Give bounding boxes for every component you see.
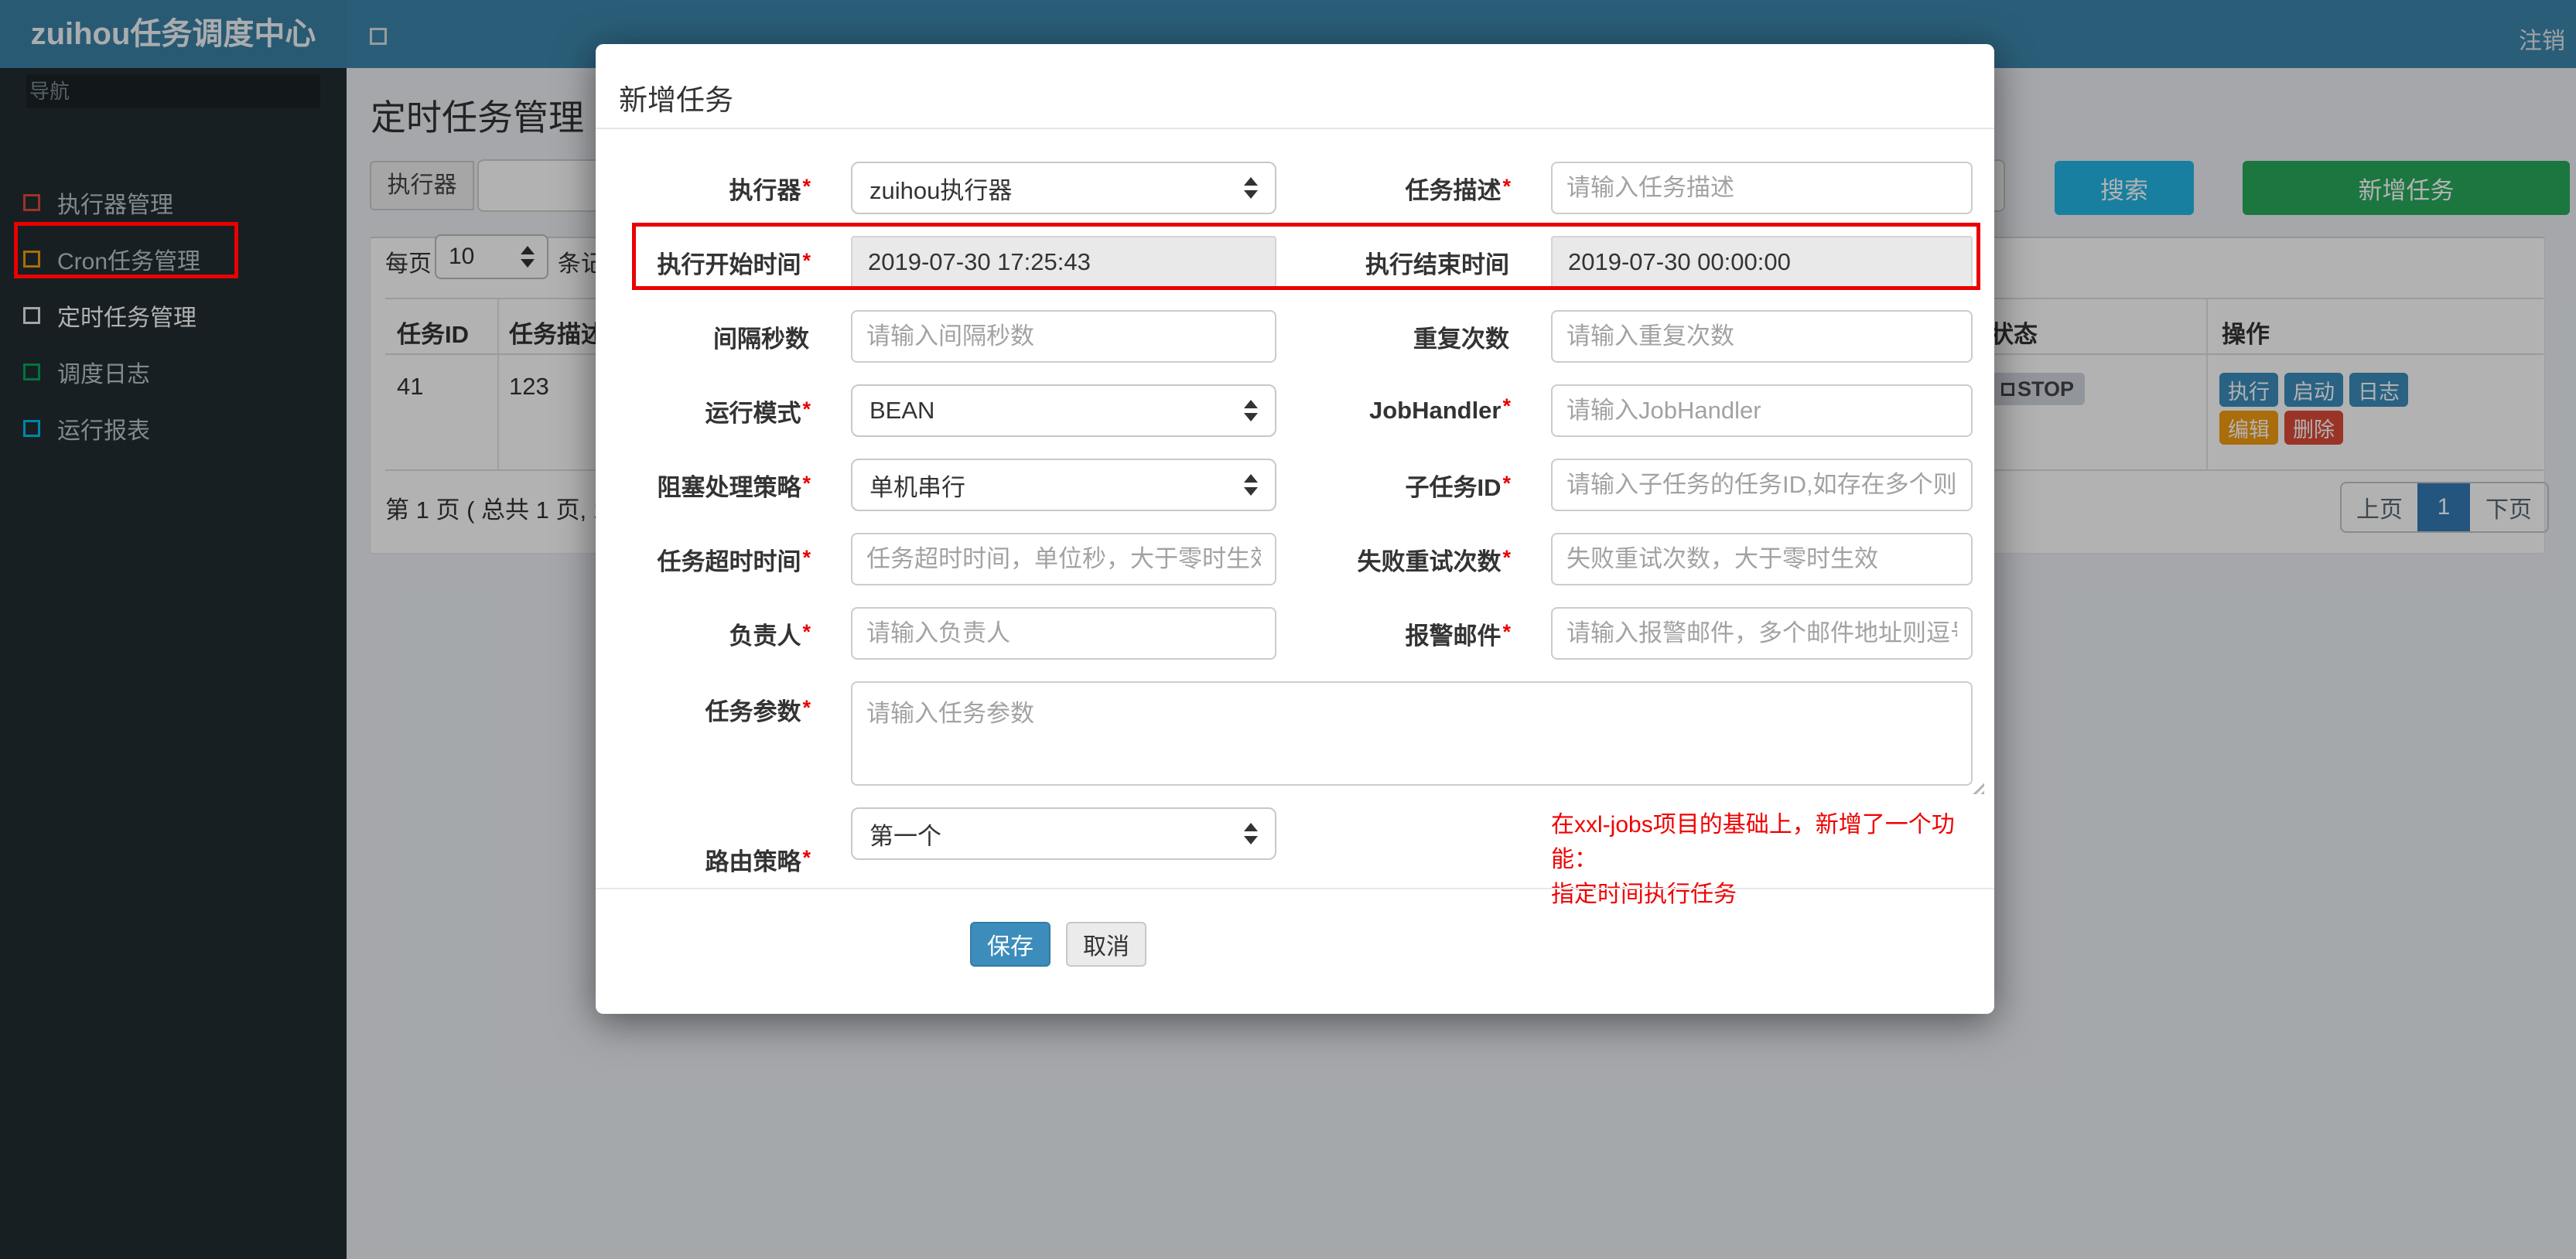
executor-select[interactable]: zuihou执行器 xyxy=(851,162,1276,214)
modal-buttons: 保存 取消 xyxy=(970,922,1146,967)
timeout-input[interactable] xyxy=(851,533,1276,585)
block-strategy-label: 阻塞处理策略* xyxy=(657,471,811,501)
block-strategy-select[interactable]: 单机串行 xyxy=(851,459,1276,511)
repeat-count-label: 重复次数 xyxy=(1413,325,1509,353)
select-arrows-icon xyxy=(1244,400,1258,421)
route-strategy-select[interactable]: 第一个 xyxy=(851,807,1276,860)
feature-annotation: 在xxl-jobs项目的基础上，新增了一个功能： 指定时间执行任务 xyxy=(1551,812,1955,907)
cancel-button[interactable]: 取消 xyxy=(1066,922,1146,967)
alarm-email-label: 报警邮件* xyxy=(1405,619,1511,650)
job-param-label: 任务参数* xyxy=(705,696,811,725)
highlight-box-date-row xyxy=(632,223,1980,290)
highlight-box-sidebar-item xyxy=(14,222,238,278)
job-desc-input[interactable] xyxy=(1551,162,1973,214)
interval-label: 间隔秒数 xyxy=(713,325,809,353)
select-arrows-icon xyxy=(1244,177,1258,199)
modal-header-divider xyxy=(596,128,1994,129)
fail-retry-input[interactable] xyxy=(1551,533,1973,585)
select-arrows-icon xyxy=(1244,823,1258,844)
owner-input[interactable] xyxy=(851,607,1276,660)
save-button[interactable]: 保存 xyxy=(970,922,1051,967)
modal-footer-divider xyxy=(596,888,1994,889)
job-handler-input[interactable] xyxy=(1551,384,1973,437)
run-mode-select[interactable]: BEAN xyxy=(851,384,1276,437)
child-job-id-input[interactable] xyxy=(1551,459,1973,511)
alarm-email-input[interactable] xyxy=(1551,607,1973,660)
job-desc-label: 任务描述* xyxy=(1405,174,1511,204)
modal-title: 新增任务 xyxy=(619,84,733,116)
timeout-label: 任务超时时间* xyxy=(657,545,811,575)
executor-label: 执行器* xyxy=(729,174,811,204)
add-task-modal: 新增任务 执行器* zuihou执行器 任务描述* 执行开始时间* 2019-0… xyxy=(596,44,1994,1014)
job-handler-label: JobHandler* xyxy=(1368,394,1511,424)
job-param-textarea[interactable] xyxy=(851,681,1973,786)
repeat-count-input[interactable] xyxy=(1551,310,1973,363)
child-job-id-label: 子任务ID* xyxy=(1405,471,1511,501)
fail-retry-label: 失败重试次数* xyxy=(1357,545,1511,575)
select-arrows-icon xyxy=(1244,474,1258,496)
run-mode-label: 运行模式* xyxy=(705,397,811,427)
interval-input[interactable] xyxy=(851,310,1276,363)
route-strategy-label: 路由策略* xyxy=(705,846,811,875)
owner-label: 负责人* xyxy=(729,619,811,650)
